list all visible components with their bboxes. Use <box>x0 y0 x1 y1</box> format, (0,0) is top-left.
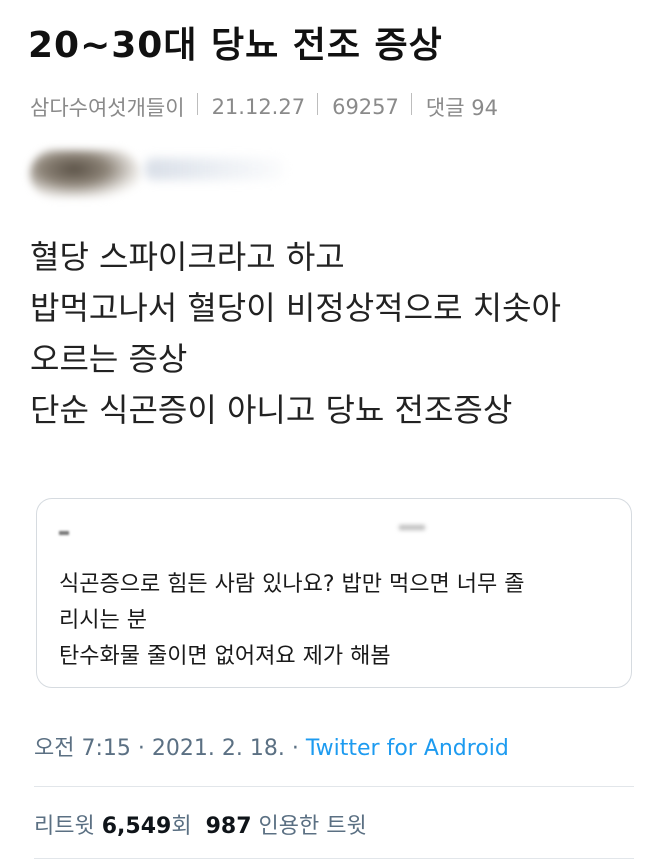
tweet-line: 단순 식곤증이 아니고 당뇨 전조증상 <box>30 391 513 429</box>
quote-line: 리시는 분 <box>59 608 147 633</box>
divider <box>34 786 634 787</box>
blurred-mark <box>399 525 425 530</box>
quote-line: 탄수화물 줄이면 없어져요 제가 해봄 <box>59 644 391 669</box>
divider <box>34 858 634 859</box>
retweet-count[interactable]: 6,549 <box>102 814 172 839</box>
tweet-date[interactable]: 2021. 2. 18. <box>152 736 285 761</box>
quoted-tweet-text: 식곤증으로 힘든 사람 있나요? 밥만 먹으면 너무 졸 리시는 분 탄수화물 … <box>59 567 619 675</box>
view-count: 69257 <box>332 95 399 119</box>
post-date: 21.12.27 <box>211 95 306 119</box>
tweet-author-name[interactable] <box>145 158 285 180</box>
author-name[interactable]: 삼다수여섯개들이 <box>30 92 185 122</box>
tweet-stats: 리트윗 6,549회 987 인용한 트윗 <box>34 808 367 840</box>
tweet-line: 밥먹고나서 혈당이 비정상적으로 치솟아 <box>30 289 561 327</box>
comment-count[interactable]: 댓글 94 <box>426 92 498 122</box>
post-meta: 삼다수여섯개들이 21.12.27 69257 댓글 94 <box>30 92 498 122</box>
tweet-line: 오르는 증상 <box>30 340 188 378</box>
retweet-suffix: 회 <box>171 814 192 839</box>
quoted-tweet-author <box>59 525 459 539</box>
tweet-source-link[interactable]: Twitter for Android <box>306 736 509 761</box>
blurred-mark <box>59 531 69 535</box>
separator-dot: · <box>291 736 299 761</box>
quote-count[interactable]: 987 <box>206 814 252 839</box>
post-title: 20~30대 당뇨 전조 증상 <box>28 25 443 66</box>
meta-divider <box>410 93 412 115</box>
meta-divider <box>317 93 319 115</box>
quoted-tweet-card[interactable]: 식곤증으로 힘든 사람 있나요? 밥만 먹으면 너무 졸 리시는 분 탄수화물 … <box>36 498 632 688</box>
meta-divider <box>196 93 198 115</box>
quote-line: 식곤증으로 힘든 사람 있나요? 밥만 먹으면 너무 졸 <box>59 572 525 597</box>
tweet-line: 혈당 스파이크라고 하고 <box>30 238 345 276</box>
quote-tweet-label[interactable]: 인용한 트윗 <box>259 814 367 839</box>
tweet-timestamp: 오전 7:15 · 2021. 2. 18. · Twitter for And… <box>34 730 509 762</box>
tweet-time[interactable]: 오전 7:15 <box>34 736 131 761</box>
tweet-author-row[interactable] <box>20 148 285 204</box>
separator-dot: · <box>137 736 145 761</box>
avatar[interactable] <box>30 150 140 198</box>
tweet-text: 혈당 스파이크라고 하고 밥먹고나서 혈당이 비정상적으로 치솟아 오르는 증상… <box>30 232 650 436</box>
retweet-label[interactable]: 리트윗 <box>34 814 95 839</box>
